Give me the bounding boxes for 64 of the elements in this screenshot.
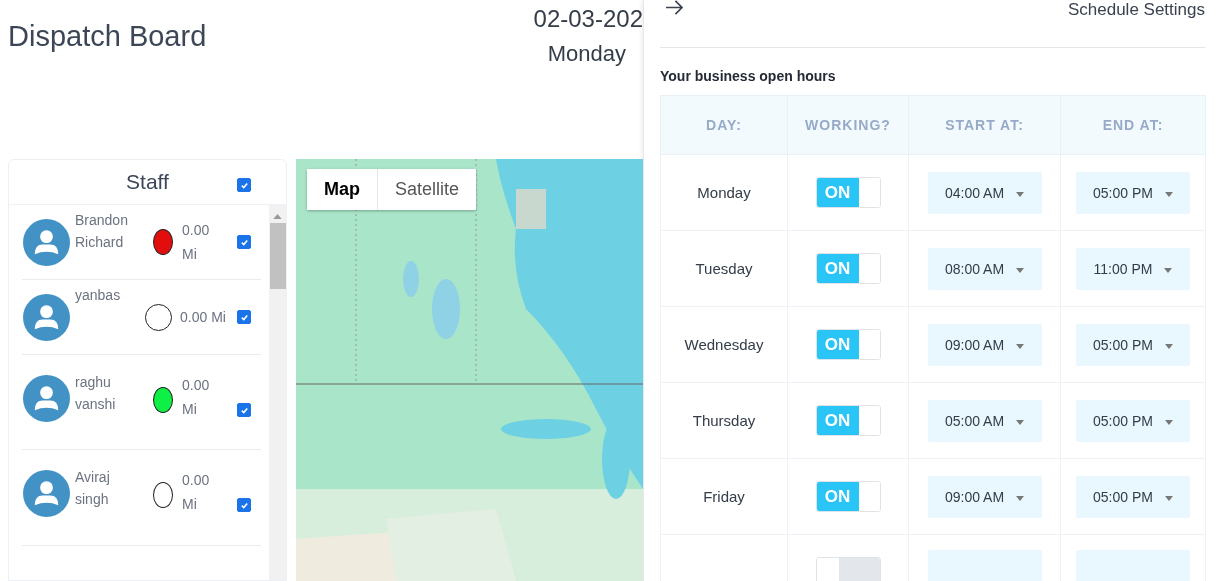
check-icon [239,312,249,322]
column-header: WORKING? [787,95,909,155]
staff-name: yanbas [75,286,122,305]
end-time-select[interactable]: 05:00 PM [1076,399,1190,442]
section-title: Your business open hours [660,68,837,84]
staff-checkbox[interactable] [237,403,251,417]
column-header: START AT: [908,95,1061,155]
distance-label: 0.00 Mi [182,471,211,514]
caret-down-icon [1016,420,1025,425]
distance-label: 0.00 Mi [180,308,227,327]
start-time-select[interactable]: 08:00 AM [927,247,1042,290]
end-time-select[interactable]: 05:00 PM [1076,171,1190,214]
map-type-tab[interactable]: Map [307,169,377,210]
staff-checkbox[interactable] [237,310,251,324]
caret-down-icon [1164,268,1173,273]
check-icon [239,405,249,415]
scroll-up-icon[interactable] [273,214,282,219]
caret-down-icon [1164,496,1173,501]
start-time-select[interactable]: 09:00 AM [927,475,1042,518]
staff-name: Aviraj singh [75,468,111,509]
avatar-icon [23,293,70,341]
caret-down-icon [1016,192,1025,197]
weekday-label: Monday [547,41,626,67]
staff-name: Brandon Richard [75,211,129,252]
day-label: Friday [703,488,745,505]
panel-title: Schedule Settings [1067,0,1205,20]
start-time-select[interactable]: 04:00 AM [927,171,1042,214]
page-title: Dispatch Board [8,20,207,54]
day-label: Tuesday [695,260,753,277]
start-time-select[interactable]: 05:00 AM [927,399,1042,442]
caret-down-icon [1164,344,1173,349]
arrow-right-icon[interactable] [665,0,684,15]
check-icon [239,500,249,510]
caret-down-icon [1164,420,1173,425]
caret-down-icon [1016,496,1025,501]
caret-down-icon [1164,192,1173,197]
scrollbar-thumb[interactable] [269,223,286,289]
avatar-icon [23,375,70,422]
end-time-select[interactable]: 11:00 PM [1076,247,1190,290]
staff-checkbox[interactable] [237,498,251,512]
avatar-icon [23,218,70,266]
select-all-checkbox[interactable] [237,178,251,192]
staff-checkbox[interactable] [237,235,251,249]
column-header: END AT: [1060,95,1206,155]
distance-label: 0.00 Mi [182,376,211,419]
date-label: 02-03-202 [533,5,643,33]
end-time-select[interactable]: 05:00 PM [1076,475,1190,518]
caret-down-icon [1016,268,1025,273]
day-label: Monday [697,184,751,201]
staff-name: raghu vanshi [75,373,117,414]
caret-down-icon [1016,344,1025,349]
check-icon [239,180,249,190]
check-icon [239,237,249,247]
start-time-select[interactable]: 09:00 AM [927,323,1042,366]
distance-label: 0.00 Mi [182,221,211,264]
day-label: Thursday [692,412,756,429]
day-label: Wednesday [684,336,764,353]
map-type-tab[interactable]: Satellite [377,169,477,210]
column-header: DAY: [660,95,788,155]
staff-title: Staff [126,170,169,194]
working-toggle[interactable] [815,557,881,581]
avatar-icon [23,470,70,517]
end-time-select[interactable]: 05:00 PM [1076,323,1190,366]
scrollbar[interactable] [269,205,286,580]
